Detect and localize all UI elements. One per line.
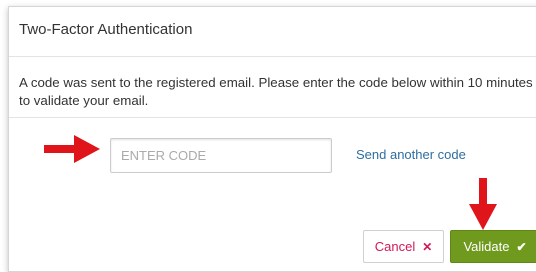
send-another-code-link[interactable]: Send another code bbox=[356, 147, 466, 162]
cancel-button[interactable]: Cancel ✕ bbox=[363, 230, 444, 263]
annotation-arrow-down-icon bbox=[469, 178, 497, 230]
instruction-line-2: to validate your email. bbox=[19, 93, 149, 108]
close-icon: ✕ bbox=[422, 239, 433, 254]
instruction-message: A code was sent to the registered email.… bbox=[19, 74, 536, 110]
validate-button-label: Validate bbox=[463, 239, 510, 254]
annotation-arrow-right-icon bbox=[44, 135, 100, 163]
validate-button[interactable]: Validate ✔ bbox=[450, 230, 536, 263]
cancel-button-label: Cancel bbox=[374, 239, 416, 254]
dialog-title: Two-Factor Authentication bbox=[19, 21, 193, 38]
divider bbox=[9, 117, 536, 118]
check-icon: ✔ bbox=[516, 239, 527, 254]
code-input[interactable] bbox=[110, 138, 332, 173]
dialog-header: Two-Factor Authentication bbox=[9, 7, 536, 57]
instruction-line-1: A code was sent to the registered email.… bbox=[19, 75, 533, 90]
